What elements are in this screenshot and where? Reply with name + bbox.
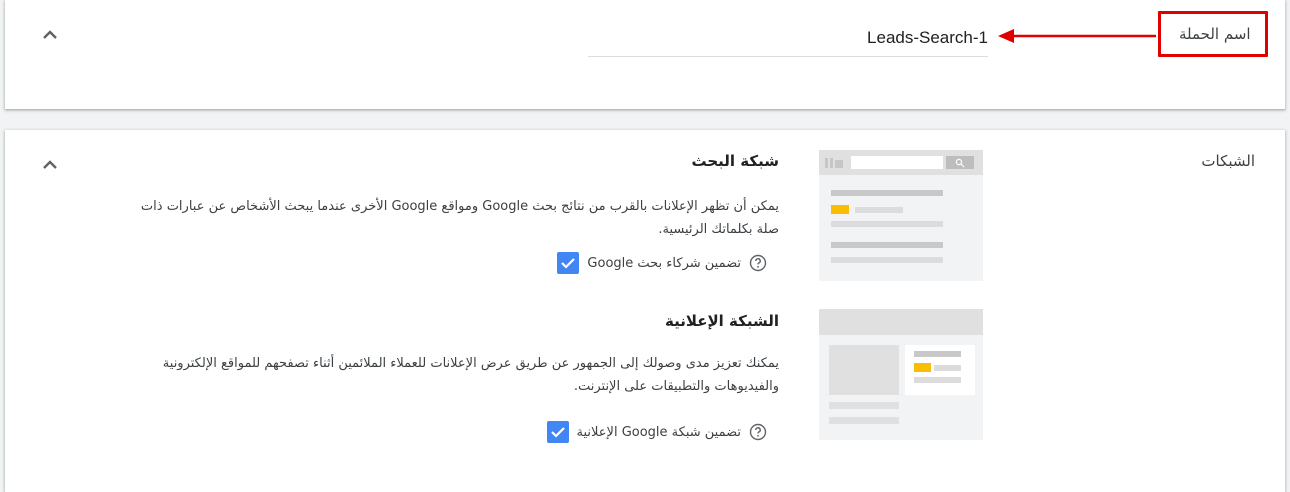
search-partners-option: تضمين شركاء بحث Google — [557, 252, 779, 274]
annotation-arrow-icon — [998, 26, 1158, 50]
collapse-chevron-up-icon[interactable] — [38, 23, 62, 47]
display-network-title: الشبكة الإعلانية — [664, 312, 779, 330]
collapse-chevron-up-icon[interactable] — [38, 153, 62, 177]
checkmark-icon — [550, 427, 565, 438]
campaign-name-input[interactable] — [588, 20, 988, 57]
campaign-name-card: اسم الحملة — [5, 0, 1285, 109]
search-network-title: شبكة البحث — [691, 152, 779, 170]
search-partners-checkbox[interactable] — [557, 252, 580, 274]
display-network-checkbox[interactable] — [546, 421, 569, 443]
campaign-name-label: اسم الحملة — [1179, 25, 1251, 43]
display-network-option: تضمين شبكة Google الإعلانية — [546, 421, 780, 443]
help-icon[interactable] — [749, 254, 767, 272]
display-network-illustration — [819, 309, 983, 440]
search-network-description: يمكن أن تظهر الإعلانات بالقرب من نتائج ب… — [140, 199, 779, 237]
search-partners-label: تضمين شركاء بحث Google — [587, 255, 741, 271]
networks-label: الشبكات — [1201, 152, 1255, 170]
display-network-label: تضمين شبكة Google الإعلانية — [576, 424, 742, 440]
display-network-description: يمكنك تعزيز مدى وصولك إلى الجمهور عن طري… — [162, 356, 779, 394]
search-network-illustration — [819, 150, 983, 281]
campaign-name-label-highlight: اسم الحملة — [1158, 11, 1268, 57]
help-icon[interactable] — [749, 423, 767, 441]
networks-card: الشبكات شبكة البحث يمكن أن تظهر الإعلانا… — [5, 130, 1285, 492]
checkmark-icon — [561, 258, 576, 269]
